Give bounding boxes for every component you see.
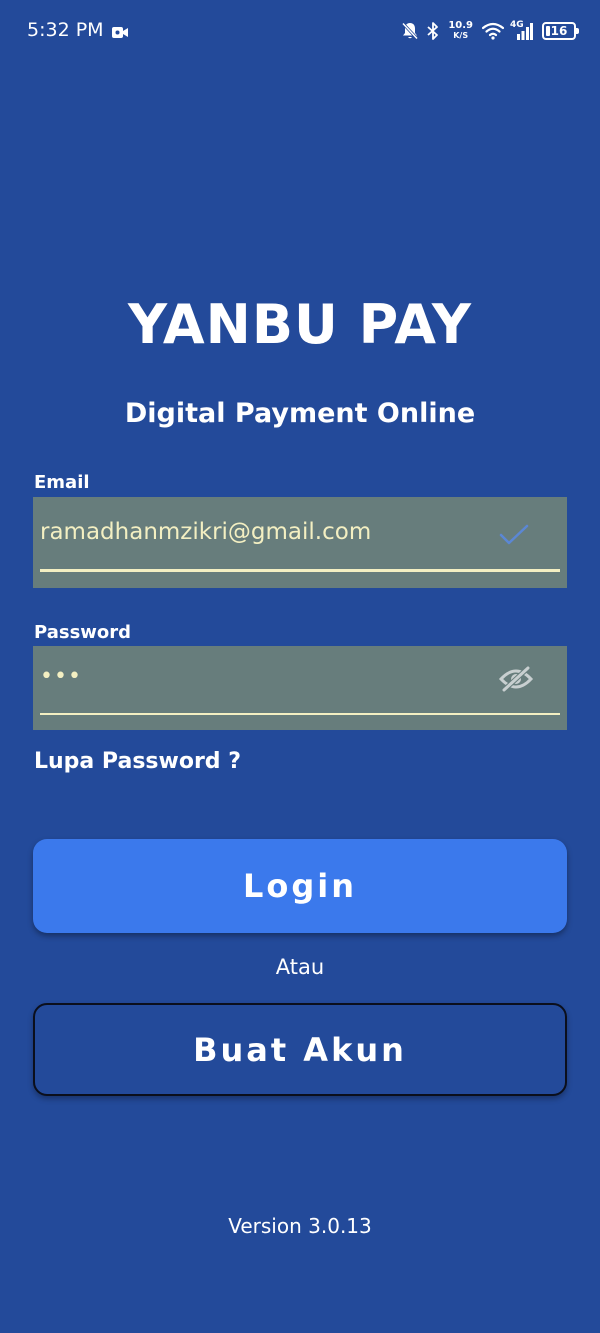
- battery-level: 16: [550, 24, 568, 38]
- password-underline: [40, 713, 560, 715]
- forgot-password-link[interactable]: Lupa Password ?: [34, 749, 241, 774]
- network-speed: 10.9 K/S: [448, 21, 473, 41]
- password-label: Password: [34, 622, 132, 643]
- battery-icon: 16: [542, 22, 579, 40]
- create-account-button[interactable]: Buat Akun: [33, 1003, 567, 1096]
- status-time: 5:32 PM: [27, 19, 104, 41]
- app-title: YANBU PAY: [127, 293, 473, 356]
- bluetooth-icon: [427, 22, 439, 40]
- login-button[interactable]: Login: [33, 839, 567, 933]
- status-icons: 10.9 K/S 4G 16: [402, 16, 579, 46]
- notifications-muted-icon: [402, 22, 419, 40]
- cell-signal-icon: 4G: [510, 20, 533, 40]
- email-value[interactable]: ramadhanmzikri@gmail.com: [40, 519, 371, 545]
- wifi-icon: [482, 22, 504, 40]
- signal-type: 4G: [510, 20, 524, 30]
- app-subtitle: Digital Payment Online: [124, 398, 476, 429]
- email-label: Email: [34, 472, 90, 493]
- password-field[interactable]: •••: [33, 646, 567, 730]
- network-speed-unit: K/S: [453, 31, 469, 40]
- video-recording-icon: [112, 24, 128, 38]
- eye-off-icon[interactable]: [497, 663, 535, 695]
- login-button-label: Login: [242, 867, 358, 905]
- app-version: Version 3.0.13: [228, 1214, 372, 1238]
- create-account-button-label: Buat Akun: [193, 1030, 407, 1069]
- email-underline: [40, 569, 560, 572]
- email-field[interactable]: ramadhanmzikri@gmail.com: [33, 497, 567, 588]
- or-separator: Atau: [275, 955, 325, 979]
- login-screen: 5:32 PM 10.9 K/S 4G 16 YANBU PAY Digital…: [0, 0, 600, 1333]
- status-bar: 5:32 PM 10.9 K/S 4G 16: [0, 0, 600, 60]
- password-value[interactable]: •••: [40, 664, 82, 689]
- network-speed-value: 10.9: [448, 20, 473, 31]
- check-icon: [497, 519, 531, 549]
